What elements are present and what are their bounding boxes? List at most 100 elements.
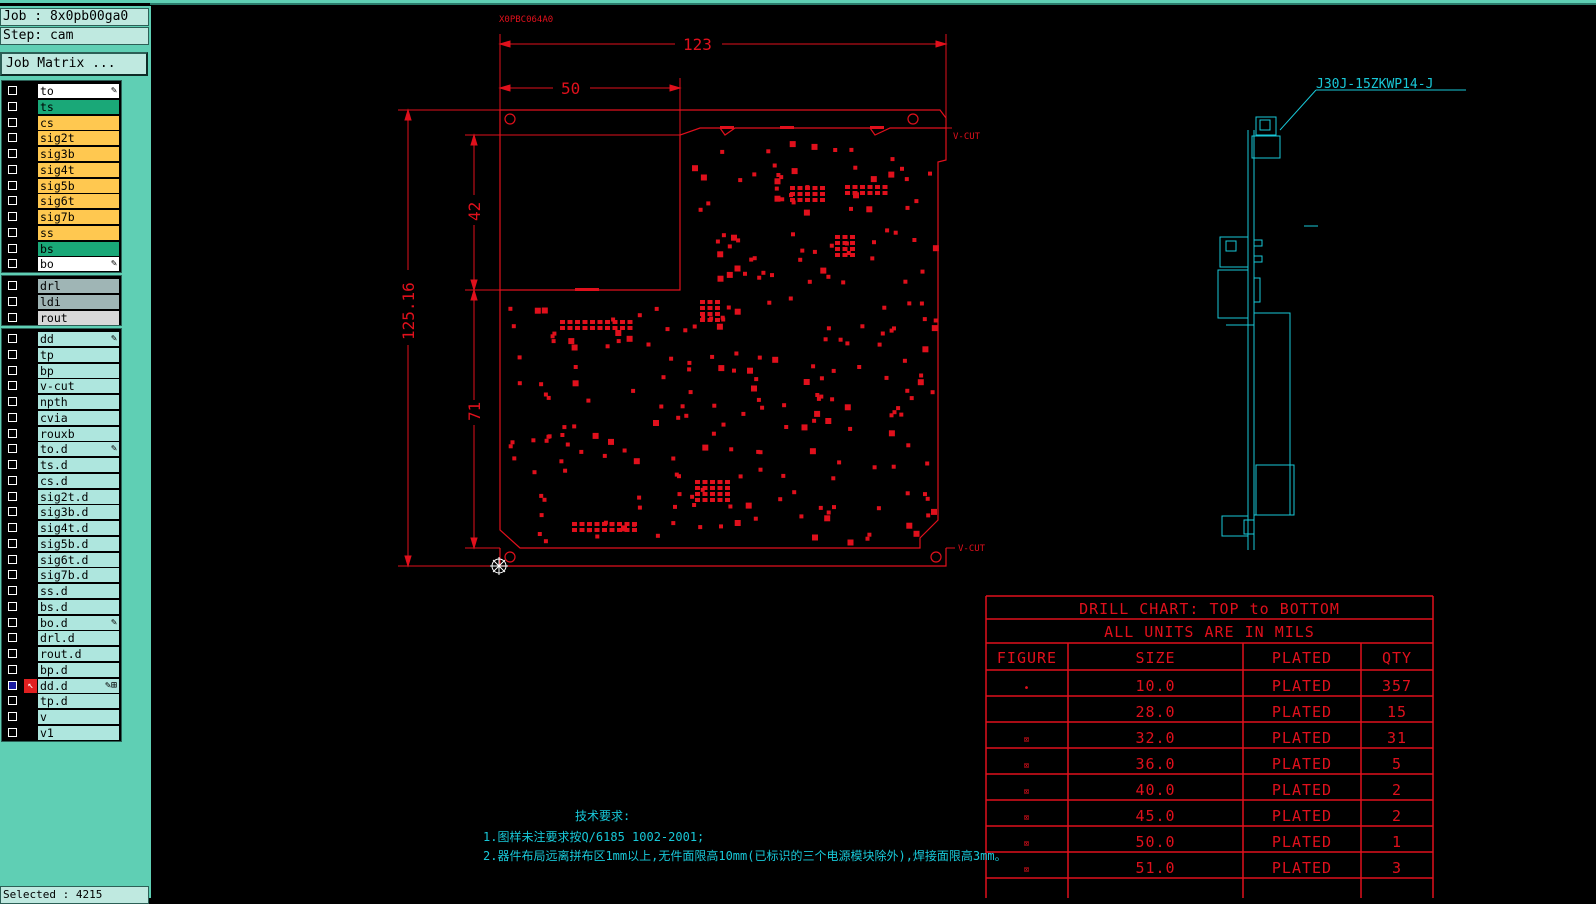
layer-name[interactable]: ts <box>38 99 119 114</box>
layer-row[interactable]: rout <box>2 310 121 326</box>
layer-checkbox[interactable] <box>8 212 17 221</box>
layer-name[interactable]: sig2t.d <box>38 489 119 504</box>
layer-row[interactable]: sig4t.d <box>2 520 121 536</box>
layer-name[interactable]: sig7b <box>38 210 119 224</box>
layer-name[interactable]: cs.d <box>38 473 119 488</box>
layer-checkbox[interactable] <box>8 86 17 95</box>
layer-checkbox[interactable] <box>8 243 17 253</box>
layer-name[interactable]: bo ✎ <box>38 257 119 272</box>
layer-name[interactable]: to.d ✎ <box>38 442 119 457</box>
layer-name[interactable]: bo.d ✎ <box>38 615 119 630</box>
layer-checkbox[interactable] <box>8 117 17 127</box>
layer-name[interactable]: cvia <box>38 410 119 425</box>
layer-row[interactable]: cvia <box>2 410 121 426</box>
layer-row[interactable]: sig6t <box>2 193 121 209</box>
layer-checkbox[interactable] <box>8 149 17 158</box>
layer-checkbox[interactable] <box>8 349 17 359</box>
layer-name[interactable]: ss <box>38 225 119 240</box>
layer-row[interactable]: sig4t <box>2 162 121 178</box>
layer-row[interactable]: to.d ✎ <box>2 441 121 457</box>
layer-row[interactable]: v <box>2 709 121 725</box>
layer-row[interactable]: sig3b.d <box>2 504 121 520</box>
layer-name[interactable]: sig4t <box>38 162 119 177</box>
layer-row[interactable]: sig2t <box>2 130 121 146</box>
layer-row[interactable]: v1 <box>2 725 121 741</box>
layer-name[interactable]: v1 <box>38 725 119 740</box>
layer-row[interactable]: sig7b <box>2 209 121 225</box>
layer-checkbox[interactable] <box>8 334 17 343</box>
layer-row[interactable]: ss <box>2 225 121 241</box>
layer-name[interactable]: sig3b.d <box>38 505 119 520</box>
layer-name[interactable]: to ✎ <box>38 84 119 98</box>
layer-checkbox[interactable] <box>8 491 17 501</box>
layer-checkbox[interactable] <box>8 460 17 469</box>
layer-name[interactable]: rout <box>38 310 119 325</box>
layer-name[interactable]: ss.d <box>38 584 119 598</box>
layer-checkbox[interactable] <box>8 180 17 190</box>
layer-row[interactable]: cs <box>2 115 121 131</box>
layer-row[interactable]: bs.d <box>2 599 121 615</box>
layer-name[interactable]: tp.d <box>38 694 119 709</box>
layer-checkbox[interactable] <box>8 312 17 322</box>
layer-name[interactable]: drl <box>38 279 119 293</box>
layer-checkbox[interactable] <box>8 381 17 391</box>
layer-name[interactable]: sig5b <box>38 178 119 193</box>
layer-row[interactable]: tp.d <box>2 693 121 709</box>
layer-row[interactable]: ts.d <box>2 457 121 473</box>
layer-checkbox[interactable] <box>8 570 17 580</box>
layer-checkbox[interactable] <box>8 397 17 406</box>
layer-name[interactable]: sig4t.d <box>38 521 119 535</box>
layer-name[interactable]: ldi <box>38 294 119 309</box>
layer-row[interactable]: sig7b.d <box>2 567 121 583</box>
layer-row[interactable]: v-cut <box>2 378 121 394</box>
layer-row[interactable]: tp <box>2 347 121 363</box>
layer-name[interactable]: bp.d <box>38 662 119 677</box>
layer-row[interactable]: to ✎ <box>2 83 121 99</box>
layer-checkbox[interactable] <box>8 538 17 548</box>
layer-checkbox[interactable] <box>8 365 17 375</box>
layer-checkbox[interactable] <box>8 475 17 485</box>
layer-name[interactable]: sig7b.d <box>38 568 119 583</box>
layer-row[interactable]: bo.d ✎ <box>2 615 121 631</box>
layer-checkbox[interactable] <box>8 412 17 422</box>
layer-checkbox[interactable] <box>8 586 17 595</box>
layer-name[interactable]: dd.d ✎⊞ <box>38 678 119 693</box>
layer-checkbox[interactable] <box>8 101 17 111</box>
layer-row[interactable]: bp <box>2 363 121 379</box>
layer-name[interactable]: cs <box>38 115 119 130</box>
layer-checkbox[interactable] <box>8 444 17 454</box>
layer-row[interactable]: bp.d <box>2 662 121 678</box>
layer-name[interactable]: tp <box>38 347 119 362</box>
layer-name[interactable]: sig6t <box>38 194 119 209</box>
layer-name[interactable]: bs.d <box>38 599 119 614</box>
layer-checkbox[interactable] <box>8 601 17 611</box>
layer-row[interactable]: bs <box>2 241 121 257</box>
layer-row[interactable]: sig5b <box>2 178 121 194</box>
layer-name[interactable]: dd ✎ <box>38 332 119 346</box>
layer-name[interactable]: sig5b.d <box>38 536 119 551</box>
layer-row[interactable]: dd ✎ <box>2 331 121 347</box>
layer-row[interactable]: cs.d <box>2 473 121 489</box>
layer-checkbox[interactable] <box>8 133 17 143</box>
layer-row[interactable]: npth <box>2 394 121 410</box>
layer-checkbox[interactable] <box>8 428 17 438</box>
layer-checkbox[interactable] <box>8 196 17 206</box>
layer-checkbox[interactable] <box>8 617 17 627</box>
layer-row[interactable]: ldi <box>2 294 121 310</box>
layer-checkbox[interactable] <box>8 633 17 643</box>
layer-row[interactable]: bo ✎ <box>2 256 121 272</box>
job-matrix-button[interactable]: Job Matrix ... <box>0 52 148 76</box>
layer-name[interactable]: npth <box>38 395 119 409</box>
layer-checkbox[interactable] <box>8 664 17 674</box>
layer-row[interactable]: rouxb <box>2 426 121 442</box>
layer-checkbox[interactable] <box>8 259 17 269</box>
layer-checkbox[interactable] <box>8 296 17 306</box>
layer-row[interactable]: sig2t.d <box>2 489 121 505</box>
layer-checkbox[interactable] <box>8 649 17 658</box>
layer-name[interactable]: rout.d <box>38 647 119 661</box>
layer-name[interactable]: rouxb <box>38 426 119 441</box>
layer-checkbox[interactable] <box>8 507 17 517</box>
layer-name[interactable]: sig6t.d <box>38 552 119 567</box>
graphics-canvas[interactable]: X0PBC064A0 123 50 125.16 42 71 V-CUT V-C… <box>151 6 1596 898</box>
layer-name[interactable]: ts.d <box>38 458 119 472</box>
